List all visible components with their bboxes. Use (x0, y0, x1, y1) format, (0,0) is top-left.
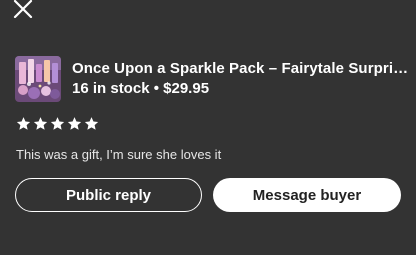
review-detail-screen: Once Upon a Sparkle Pack – Fairytale Sur… (0, 0, 416, 255)
product-stock-price: 16 in stock • $29.95 (72, 80, 209, 97)
star-icon (50, 116, 65, 134)
public-reply-button[interactable]: Public reply (15, 178, 202, 212)
separator-dot: • (153, 80, 159, 97)
star-rating (16, 116, 99, 134)
star-icon (16, 116, 31, 134)
star-icon (84, 116, 99, 134)
product-title[interactable]: Once Upon a Sparkle Pack – Fairytale Sur… (72, 60, 414, 77)
product-price: $29.95 (163, 80, 210, 97)
product-summary[interactable]: Once Upon a Sparkle Pack – Fairytale Sur… (15, 56, 414, 102)
product-thumbnail[interactable] (15, 56, 61, 102)
star-icon (33, 116, 48, 134)
message-buyer-button[interactable]: Message buyer (213, 178, 401, 212)
stock-count: 16 in stock (72, 80, 150, 97)
close-icon (12, 0, 34, 18)
close-button[interactable] (12, 0, 34, 18)
star-icon (67, 116, 82, 134)
review-text: This was a gift, I’m sure she loves it (16, 147, 222, 162)
